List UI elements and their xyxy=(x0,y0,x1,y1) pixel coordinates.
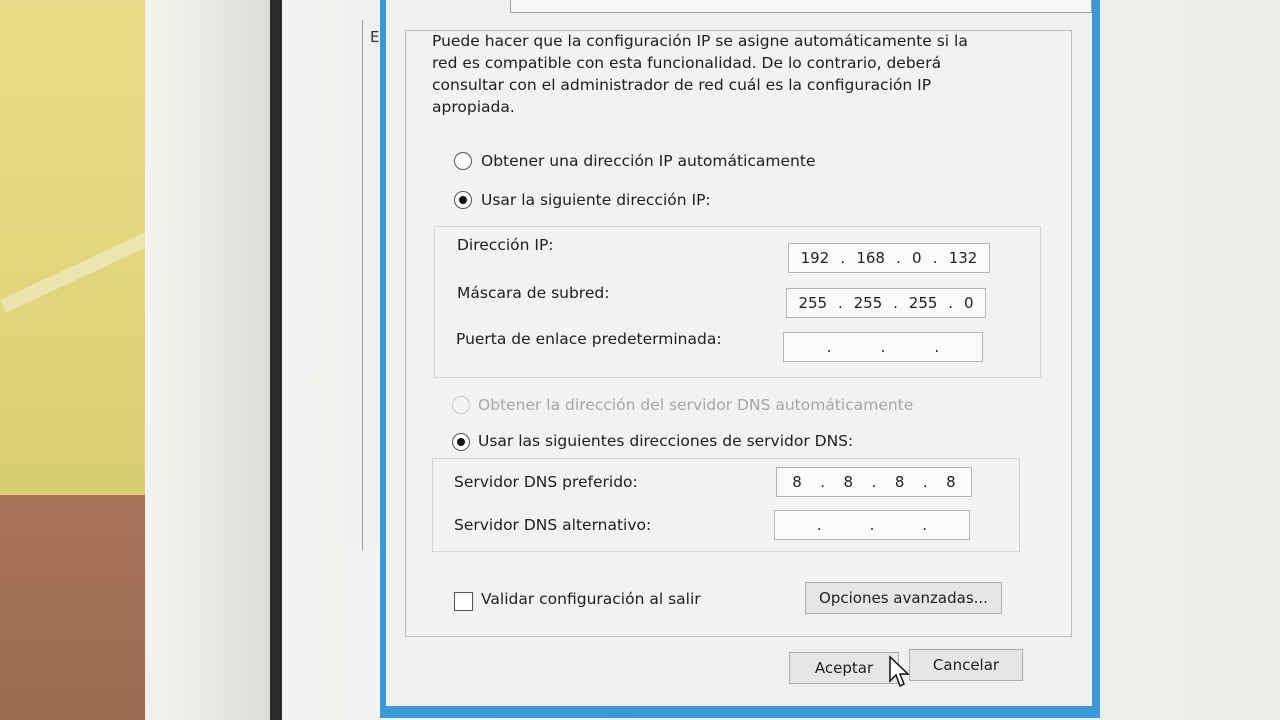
ip-auto-radio[interactable] xyxy=(454,152,472,170)
ip-address-label: Dirección IP: xyxy=(457,236,554,254)
advanced-options-button[interactable]: Opciones avanzadas... xyxy=(805,582,1002,614)
ip-manual-label[interactable]: Usar la siguiente dirección IP: xyxy=(481,191,711,209)
description-line: red es compatible con esta funcionalidad… xyxy=(432,54,942,72)
advanced-options-label: Opciones avanzadas... xyxy=(819,589,988,607)
dns-auto-radio[interactable] xyxy=(452,396,470,414)
mask-octet: 0 xyxy=(963,294,974,312)
parent-window-title: E xyxy=(370,28,380,46)
ip-manual-radio[interactable] xyxy=(454,191,472,209)
dialog-tab-strip xyxy=(510,0,1092,13)
alternate-dns-label: Servidor DNS alternativo: xyxy=(454,516,652,534)
gateway-label: Puerta de enlace predeterminada: xyxy=(456,330,722,348)
ok-button[interactable]: Aceptar xyxy=(789,652,899,684)
ip-address-field[interactable]: 192. 168. 0. 132 xyxy=(788,243,990,273)
ip-octet: 168 xyxy=(856,249,885,267)
ip-octet: 132 xyxy=(948,249,978,267)
cancel-button-label: Cancelar xyxy=(932,656,1000,674)
subnet-mask-label: Máscara de subred: xyxy=(457,284,610,302)
validate-on-exit-checkbox[interactable] xyxy=(454,592,473,611)
monitor-bezel xyxy=(145,0,280,720)
subnet-mask-field[interactable]: 255. 255. 255. 0 xyxy=(786,288,986,318)
desk-background xyxy=(0,495,160,720)
description-line: consultar con el administrador de red cu… xyxy=(432,76,932,94)
ip-octet: 0 xyxy=(912,249,922,267)
description-line: apropiada. xyxy=(432,98,515,116)
description-text: Puede hacer que la configuración IP se a… xyxy=(432,30,1032,118)
dns-manual-radio[interactable] xyxy=(452,433,470,451)
dns-octet: 8 xyxy=(946,473,956,491)
ok-button-label: Aceptar xyxy=(814,659,874,677)
dns-auto-label[interactable]: Obtener la dirección del servidor DNS au… xyxy=(478,396,913,414)
validate-on-exit-label[interactable]: Validar configuración al salir xyxy=(481,590,701,608)
dns-octet: 8 xyxy=(894,473,905,491)
mask-octet: 255 xyxy=(853,294,883,312)
mouse-pointer-icon xyxy=(889,655,910,688)
mask-octet: 255 xyxy=(798,294,828,312)
dns-octet: 8 xyxy=(792,473,802,491)
ip-auto-label[interactable]: Obtener una dirección IP automáticamente xyxy=(481,152,815,170)
dns-octet: 8 xyxy=(843,473,854,491)
monitor-bezel-edge xyxy=(270,0,282,720)
ip-octet: 192 xyxy=(800,249,830,267)
alternate-dns-field[interactable]: . . . xyxy=(774,510,970,540)
description-line: Puede hacer que la configuración IP se a… xyxy=(432,32,968,50)
gateway-field[interactable]: . . . xyxy=(783,332,983,362)
preferred-dns-label: Servidor DNS preferido: xyxy=(454,473,638,491)
dns-manual-label[interactable]: Usar las siguientes direcciones de servi… xyxy=(478,432,853,450)
preferred-dns-field[interactable]: 8. 8. 8. 8 xyxy=(776,467,972,497)
mask-octet: 255 xyxy=(908,294,938,312)
cancel-button[interactable]: Cancelar xyxy=(909,649,1023,681)
